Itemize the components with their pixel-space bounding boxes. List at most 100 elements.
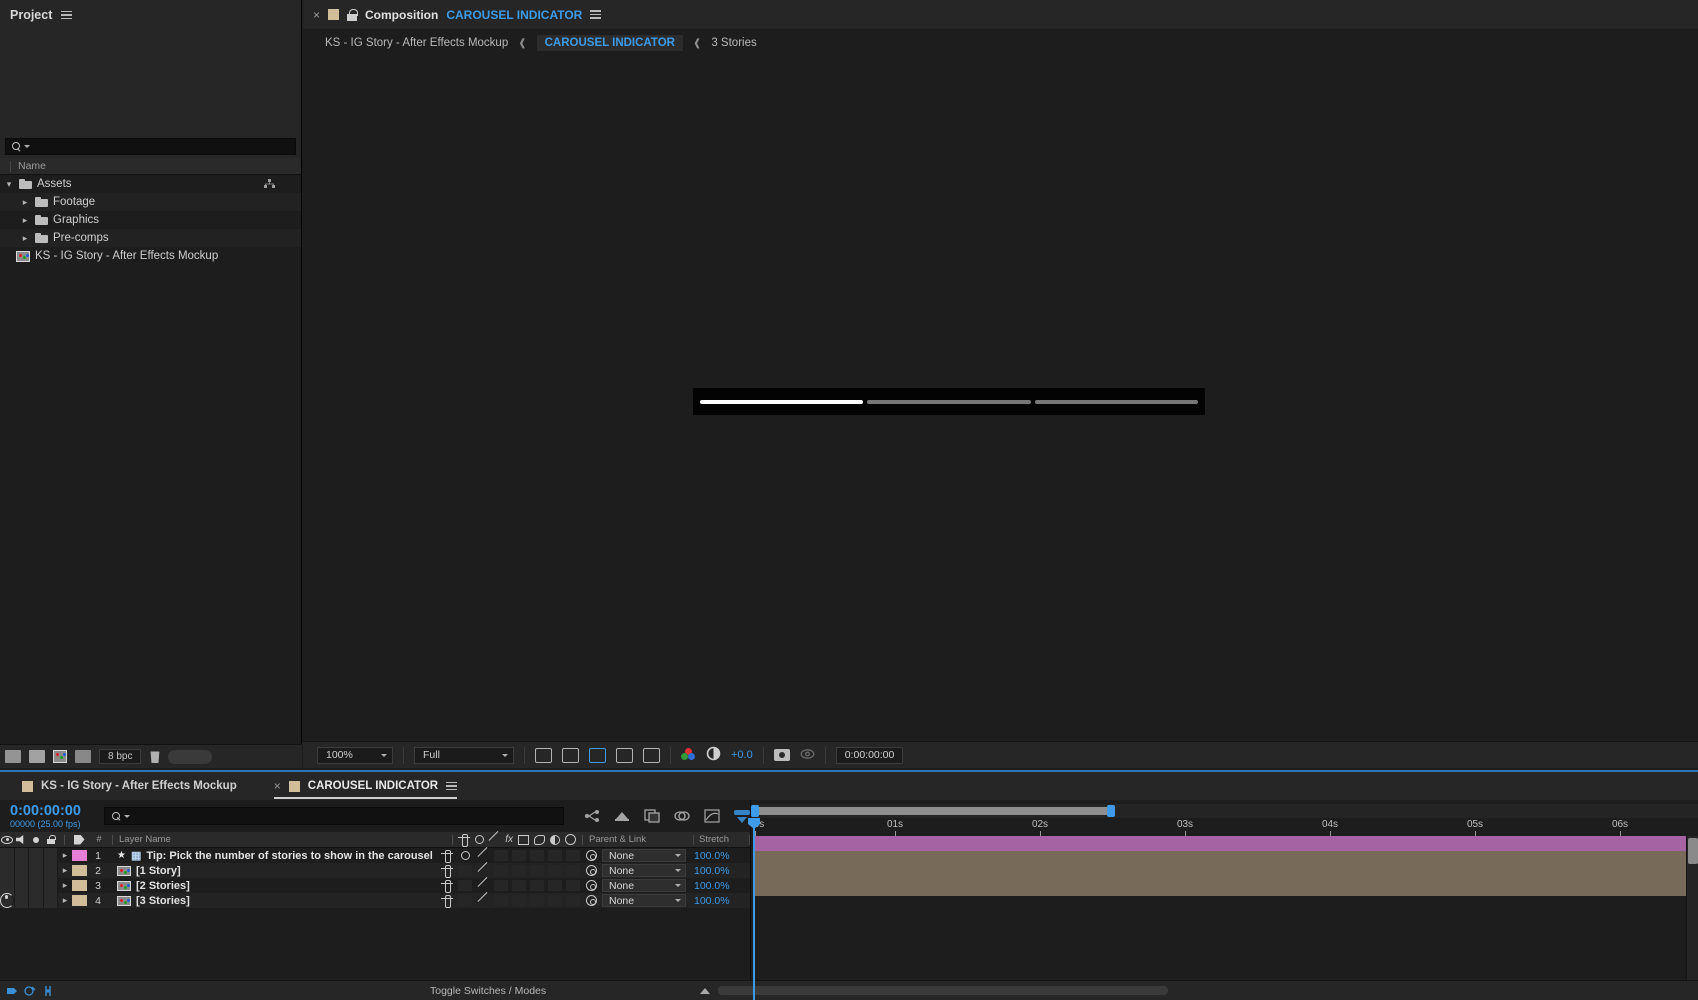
table-row[interactable]: ▸ 3 [2 Stories] None 100.0% <box>0 878 750 893</box>
effects-switch[interactable] <box>494 850 508 861</box>
audio-toggle[interactable] <box>14 863 29 878</box>
layer-av-toggles[interactable] <box>0 848 58 863</box>
work-area-bar[interactable] <box>751 804 1698 818</box>
quality-icon[interactable] <box>478 880 489 891</box>
shy-icon[interactable] <box>441 895 453 908</box>
zoom-level-select[interactable]: 100% <box>317 746 393 764</box>
stretch-value[interactable]: 100.0% <box>690 865 750 877</box>
layer-switches[interactable] <box>440 850 580 863</box>
project-search-input[interactable] <box>5 138 296 155</box>
chevron-down-icon[interactable]: ▾ <box>4 179 14 190</box>
parent-link-cell[interactable]: None <box>580 864 690 877</box>
motion-blur-switch[interactable] <box>530 880 544 891</box>
adjustment-switch[interactable] <box>548 880 562 891</box>
breadcrumb-item-child[interactable]: 3 Stories <box>711 37 756 49</box>
video-toggle[interactable] <box>0 878 15 893</box>
parent-select[interactable]: None <box>602 894 686 907</box>
show-snapshot-icon[interactable] <box>800 748 815 763</box>
quality-icon[interactable] <box>478 895 489 906</box>
work-area-start-handle[interactable] <box>751 805 759 817</box>
layer-name-cell[interactable]: [1 Story] <box>109 865 440 877</box>
motion-blur-icon[interactable] <box>704 808 720 824</box>
motion-blur-switch[interactable] <box>530 865 544 876</box>
lock-toggle[interactable] <box>43 893 58 908</box>
collapse-switch[interactable] <box>458 895 472 906</box>
shy-icon[interactable] <box>441 850 453 863</box>
split-view-icon[interactable] <box>42 985 54 997</box>
collapse-switch[interactable] <box>458 880 472 891</box>
stretch-value[interactable]: 100.0% <box>690 880 750 892</box>
chevron-right-icon[interactable]: ▸ <box>58 850 72 861</box>
composition-mini-flowchart-icon[interactable] <box>584 809 600 824</box>
project-item-graphics[interactable]: ▸ Graphics <box>0 211 301 229</box>
chevron-right-icon[interactable]: ▸ <box>20 197 30 208</box>
project-item-main-comp[interactable]: KS - IG Story - After Effects Mockup <box>0 247 301 265</box>
table-row[interactable]: ▸ 4 [3 Stories] None 100.0% <box>0 893 750 908</box>
graph-editor-icon[interactable] <box>734 809 750 824</box>
3d-layer-switch[interactable] <box>566 850 580 861</box>
timeline-panel-menu-icon[interactable] <box>446 781 458 791</box>
frame-blend-switch[interactable] <box>512 895 526 906</box>
timeline-ruler[interactable]: 0s 01s 02s 03s 04s 05s 06s <box>751 818 1698 836</box>
audio-toggle[interactable] <box>14 848 29 863</box>
table-row[interactable]: ▸ 1 ★ ▦ Tip: Pick the number of stories … <box>0 848 750 863</box>
interpret-footage-icon[interactable] <box>5 750 21 763</box>
parent-link-cell[interactable]: None <box>580 894 690 907</box>
layer-name-cell[interactable]: [2 Stories] <box>109 880 440 892</box>
parent-link-cell[interactable]: None <box>580 879 690 892</box>
video-toggle[interactable] <box>0 893 15 908</box>
lock-toggle[interactable] <box>43 863 58 878</box>
layer-label-swatch[interactable] <box>72 880 87 891</box>
resolution-select[interactable]: Full <box>414 746 514 764</box>
adjustment-switch[interactable] <box>548 895 562 906</box>
collapse-transformations-icon[interactable] <box>460 851 470 860</box>
toggle-switches-modes-label[interactable]: Toggle Switches / Modes <box>430 985 546 997</box>
solo-toggle[interactable] <box>29 893 44 908</box>
project-item-precomps[interactable]: ▸ Pre-comps <box>0 229 301 247</box>
chevron-right-icon[interactable]: ▸ <box>20 215 30 226</box>
trash-icon[interactable] <box>150 751 160 763</box>
composition-panel-menu-icon[interactable] <box>590 10 602 19</box>
solo-toggle[interactable] <box>29 848 44 863</box>
breadcrumb-item-current[interactable]: CAROUSEL INDICATOR <box>536 35 683 51</box>
lock-toggle[interactable] <box>43 848 58 863</box>
layer-av-toggles[interactable] <box>0 893 58 908</box>
video-toggle[interactable] <box>0 848 15 863</box>
transparency-grid-icon[interactable] <box>562 747 579 763</box>
project-settings-icon[interactable] <box>75 750 91 763</box>
3d-layer-switch[interactable] <box>566 865 580 876</box>
layer-bar-3[interactable] <box>753 866 1686 881</box>
timeline-vertical-scrollbar[interactable] <box>1686 836 1698 1000</box>
zoom-out-icon[interactable] <box>700 987 710 994</box>
frame-blend-switch[interactable] <box>512 880 526 891</box>
layer-switches[interactable] <box>440 880 580 893</box>
close-icon[interactable]: × <box>274 779 281 793</box>
layer-switches[interactable] <box>440 865 580 878</box>
chevron-right-icon[interactable]: ▸ <box>58 880 72 891</box>
timeline-search-input[interactable] <box>104 807 564 825</box>
timeline-horizontal-scrollbar[interactable] <box>718 986 1168 995</box>
pick-whip-icon[interactable] <box>586 895 597 906</box>
pick-whip-icon[interactable] <box>586 850 597 861</box>
work-area-range[interactable] <box>753 807 1111 815</box>
layer-name-cell[interactable]: ★ ▦ Tip: Pick the number of stories to s… <box>109 849 440 863</box>
frame-blend-switch[interactable] <box>512 850 526 861</box>
quality-icon[interactable] <box>478 865 489 876</box>
solo-toggle[interactable] <box>29 863 44 878</box>
quality-icon[interactable] <box>478 850 489 861</box>
collapse-switch[interactable] <box>458 865 472 876</box>
hide-shy-layers-icon[interactable] <box>644 808 660 824</box>
new-composition-icon[interactable] <box>53 750 67 763</box>
motion-blur-switch[interactable] <box>530 850 544 861</box>
stretch-value[interactable]: 100.0% <box>690 850 750 862</box>
composition-viewer-canvas[interactable] <box>303 56 1698 740</box>
breadcrumb-item-root[interactable]: KS - IG Story - After Effects Mockup <box>325 37 508 49</box>
pick-whip-icon[interactable] <box>586 880 597 891</box>
project-item-assets[interactable]: ▾ Assets <box>0 175 301 193</box>
motion-blur-switch[interactable] <box>530 895 544 906</box>
scrollbar-thumb[interactable] <box>1688 838 1698 864</box>
parent-select[interactable]: None <box>602 879 686 892</box>
layer-switches[interactable] <box>440 895 580 908</box>
layer-switches-icon[interactable] <box>6 985 18 997</box>
new-folder-icon[interactable] <box>29 750 45 763</box>
